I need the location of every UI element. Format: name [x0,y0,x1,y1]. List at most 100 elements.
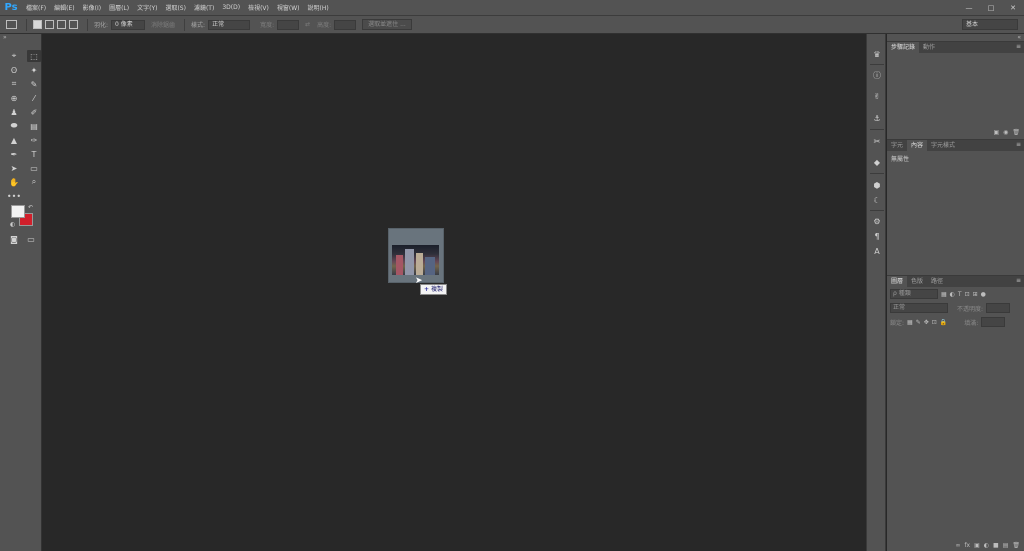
menu-image[interactable]: 影像(I) [79,3,105,12]
path-select-tool-icon[interactable]: ➤ [7,162,21,174]
width-input[interactable] [277,19,300,30]
subtract-selection-icon[interactable] [57,20,66,29]
adjustments-panel-icon[interactable]: ☾ [871,194,883,206]
antialias-checkbox[interactable]: 消除鋸齒 [151,20,175,29]
smart-object-filter-icon[interactable]: ⊞ [973,291,978,298]
menu-help[interactable]: 說明(H) [304,3,333,12]
layer-style-icon[interactable]: fx [964,542,970,549]
menu-view[interactable]: 檢視(V) [244,3,273,12]
add-mask-icon[interactable]: ▣ [974,542,980,549]
quick-mask-icon[interactable]: ◙ [7,233,21,245]
menu-filter[interactable]: 濾鏡(T) [190,3,218,12]
add-selection-icon[interactable] [45,20,54,29]
filter-toggle-icon[interactable]: ● [981,291,986,298]
menu-layer[interactable]: 圖層(L) [105,3,133,12]
default-colors-icon[interactable]: ◐ [10,221,15,228]
lock-transparent-icon[interactable]: ▦ [907,319,913,326]
intersect-selection-icon[interactable] [69,20,78,29]
eraser-tool-icon[interactable]: ⬬ [7,120,21,132]
lock-position-icon[interactable]: ✥ [924,319,929,326]
tab-actions[interactable]: 動作 [919,42,939,53]
link-layers-icon[interactable]: ∞ [955,542,960,549]
tab-properties[interactable]: 內容 [907,140,928,151]
crop-tool-icon[interactable]: ⌗ [7,78,21,90]
tab-channels[interactable]: 色版 [907,276,927,287]
adjustment-filter-icon[interactable]: ◐ [950,291,955,298]
shape-filter-icon[interactable]: ⊡ [965,291,970,298]
lasso-tool-icon[interactable]: ʘ [7,64,21,76]
fill-input[interactable] [981,317,1006,327]
pen-tool-icon[interactable]: ✒ [7,148,21,160]
tool-presets-icon[interactable]: ✂ [871,135,883,147]
close-button[interactable]: ✕ [1002,0,1024,16]
clone-source-icon[interactable]: ⚓ [871,112,883,124]
magic-wand-tool-icon[interactable]: ✦ [27,64,41,76]
history-brush-tool-icon[interactable]: ✐ [27,106,41,118]
tab-layers[interactable]: 圖層 [887,276,908,287]
type-filter-icon[interactable]: T [958,291,962,298]
tab-paths[interactable]: 路徑 [927,276,947,287]
feather-input[interactable]: 0 像素 [111,19,146,30]
blur-tool-icon[interactable]: ▲ [7,134,21,146]
dodge-tool-icon[interactable]: ✑ [27,134,41,146]
new-layer-icon[interactable]: ▤ [1003,542,1009,549]
menu-window[interactable]: 視窗(W) [273,3,304,12]
menu-select[interactable]: 選取(S) [161,3,190,12]
maximize-button[interactable]: □ [980,0,1002,16]
rect-marquee-tool-icon[interactable]: ⬚ [27,50,41,62]
panel-menu-icon[interactable]: ≡ [1016,141,1021,148]
blend-mode-select[interactable]: 正常 [890,303,948,313]
marquee-preset-icon[interactable] [6,20,17,29]
brush-settings-icon[interactable]: ✌ [871,90,883,102]
panel-menu-icon[interactable]: ≡ [1016,277,1021,284]
gradient-tool-icon[interactable]: ▤ [27,120,41,132]
height-input[interactable] [334,19,357,30]
adjustment-layer-icon[interactable]: ◐ [984,542,989,549]
camera-icon[interactable]: ◉ [1003,129,1008,136]
history-panel-icon[interactable]: ♛ [871,48,883,60]
canvas-area[interactable]: ➤ + 複製 [42,34,866,551]
minimize-button[interactable]: — [958,0,980,16]
swap-colors-icon[interactable]: ↶ [28,204,33,211]
panel-menu-icon[interactable]: ≡ [1016,43,1021,50]
collapse-toolbar-icon[interactable]: » [0,34,41,42]
workspace-select[interactable]: 基本 [962,19,1018,30]
menu-edit[interactable]: 編輯(E) [50,3,78,12]
zoom-tool-icon[interactable]: ⌕ [27,176,41,188]
menu-type[interactable]: 文字(Y) [133,3,161,12]
new-selection-icon[interactable] [33,20,42,29]
kind-filter-select[interactable]: ρ 種類 [890,289,938,299]
type-tool-icon[interactable]: T [27,148,41,160]
delete-layer-icon[interactable]: 🗑 [1012,542,1020,549]
opacity-input[interactable] [986,303,1011,313]
character-panel-icon[interactable]: A [871,245,883,257]
tab-history[interactable]: 步驟記錄 [887,42,920,53]
info-panel-icon[interactable]: ⓘ [871,69,883,81]
menu-file[interactable]: 檔案(F) [22,3,50,12]
swatches-panel-icon[interactable]: ◆ [871,156,883,168]
select-and-mask-button[interactable]: 選取並遮住 ... [362,19,412,30]
new-group-icon[interactable]: ■ [993,542,999,549]
trash-icon[interactable]: 🗑 [1012,129,1020,136]
eyedropper-tool-icon[interactable]: ✎ [27,78,41,90]
3d-panel-icon[interactable]: ⬢ [871,179,883,191]
more-tools-icon[interactable]: ••• [7,190,21,202]
paragraph-panel-icon[interactable]: ¶ [871,230,883,242]
foreground-color-swatch[interactable] [11,205,25,218]
rectangle-tool-icon[interactable]: ▭ [27,162,41,174]
menu-3d[interactable]: 3D(D) [218,4,244,11]
swap-icon[interactable]: ⇄ [305,21,310,28]
tab-character-styles[interactable]: 字元樣式 [927,140,959,151]
lock-artboard-icon[interactable]: ⊡ [932,319,937,326]
hand-tool-icon[interactable]: ✋ [7,176,21,188]
styles-panel-icon[interactable]: ⚙ [871,215,883,227]
new-snapshot-icon[interactable]: ▣ [993,129,999,136]
pixel-filter-icon[interactable]: ▦ [941,291,947,298]
lock-image-icon[interactable]: ✎ [916,319,921,326]
clone-stamp-tool-icon[interactable]: ♟ [7,106,21,118]
tab-character[interactable]: 字元 [887,140,907,151]
healing-tool-icon[interactable]: ⊕ [7,92,21,104]
lock-all-icon[interactable]: 🔒 [940,319,947,326]
move-tool-icon[interactable]: ⌖ [7,50,21,62]
style-select[interactable]: 正常 [208,19,251,30]
